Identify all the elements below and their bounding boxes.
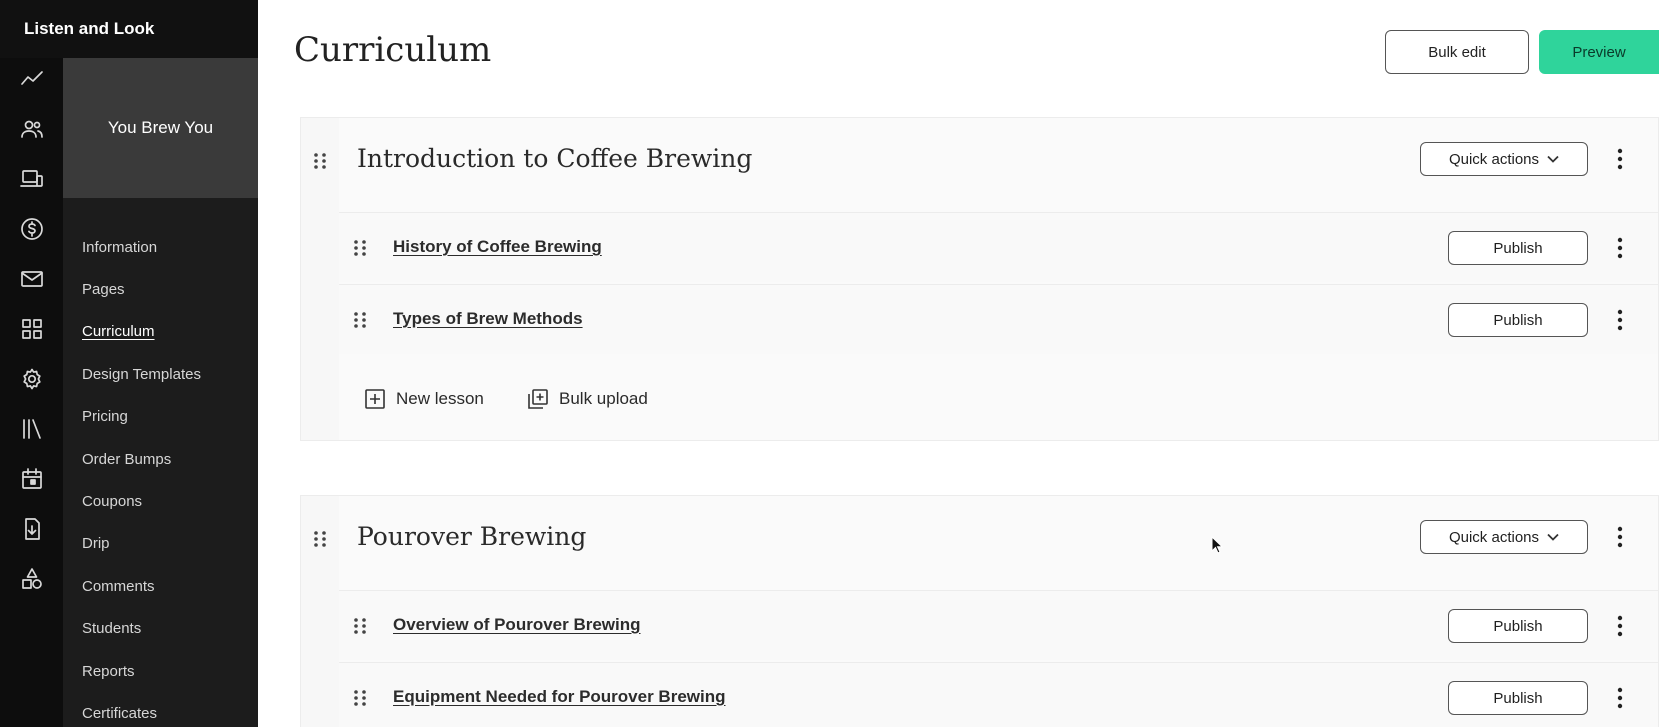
drag-handle-icon[interactable] <box>353 617 367 635</box>
nav-item-information[interactable]: Information <box>82 239 157 256</box>
lesson-title-link[interactable]: Overview of Pourover Brewing <box>393 615 641 635</box>
lesson-row: History of Coffee Brewing Publish <box>339 212 1658 282</box>
gear-icon[interactable] <box>19 366 45 392</box>
nav-item-drip[interactable]: Drip <box>82 535 110 552</box>
nav-item-comments[interactable]: Comments <box>82 578 155 595</box>
drag-handle-icon[interactable] <box>313 530 327 548</box>
product-card[interactable]: You Brew You <box>63 58 258 198</box>
lesson-row: Equipment Needed for Pourover Brewing Pu… <box>339 662 1658 727</box>
quick-actions-button[interactable]: Quick actions <box>1420 142 1588 176</box>
more-options-icon[interactable] <box>1615 148 1625 170</box>
nav-item-pricing[interactable]: Pricing <box>82 408 128 425</box>
lesson-title-link[interactable]: Equipment Needed for Pourover Brewing <box>393 687 726 707</box>
lesson-row: Types of Brew Methods Publish <box>339 284 1658 354</box>
bulk-edit-button[interactable]: Bulk edit <box>1385 30 1529 74</box>
shapes-icon[interactable] <box>19 566 45 592</box>
page-title: Curriculum <box>294 30 492 70</box>
quick-actions-label: Quick actions <box>1448 528 1540 546</box>
lesson-row: Overview of Pourover Brewing Publish <box>339 590 1658 660</box>
module-title[interactable]: Introduction to Coffee Brewing <box>357 144 752 173</box>
plus-square-icon <box>365 389 385 409</box>
bulk-upload-button[interactable]: Bulk upload <box>527 388 648 410</box>
more-options-icon[interactable] <box>1615 615 1625 637</box>
product-name: You Brew You <box>107 118 214 137</box>
app-window: Listen and Look You Brew You Information… <box>0 0 1659 727</box>
lesson-title-link[interactable]: History of Coffee Brewing <box>393 237 602 257</box>
mouse-cursor-icon <box>1211 535 1224 554</box>
dollar-icon[interactable] <box>19 216 45 242</box>
school-name[interactable]: Listen and Look <box>0 0 258 58</box>
nav-item-students[interactable]: Students <box>82 620 141 637</box>
module-card: Pourover Brewing Quick actions Overview … <box>300 495 1659 727</box>
publish-button[interactable]: Publish <box>1448 609 1588 643</box>
mail-icon[interactable] <box>19 266 45 292</box>
chevron-down-icon <box>1547 533 1559 541</box>
more-options-icon[interactable] <box>1615 309 1625 331</box>
quick-actions-button[interactable]: Quick actions <box>1420 520 1588 554</box>
download-icon[interactable] <box>19 516 45 542</box>
chevron-down-icon <box>1547 155 1559 163</box>
publish-button[interactable]: Publish <box>1448 303 1588 337</box>
more-options-icon[interactable] <box>1615 687 1625 709</box>
library-icon[interactable] <box>19 416 45 442</box>
grid-icon[interactable] <box>19 316 45 342</box>
nav-item-reports[interactable]: Reports <box>82 663 135 680</box>
calendar-icon[interactable] <box>19 466 45 492</box>
more-options-icon[interactable] <box>1615 237 1625 259</box>
module-card: Introduction to Coffee Brewing Quick act… <box>300 117 1659 441</box>
nav-item-order-bumps[interactable]: Order Bumps <box>82 451 171 468</box>
lesson-title-link[interactable]: Types of Brew Methods <box>393 309 583 329</box>
nav-item-certificates[interactable]: Certificates <box>82 705 157 722</box>
devices-icon[interactable] <box>19 166 45 192</box>
analytics-icon[interactable] <box>19 66 45 92</box>
drag-handle-icon[interactable] <box>353 311 367 329</box>
preview-button[interactable]: Preview <box>1539 30 1659 74</box>
nav-item-coupons[interactable]: Coupons <box>82 493 142 510</box>
publish-button[interactable]: Publish <box>1448 681 1588 715</box>
module-title[interactable]: Pourover Brewing <box>357 522 586 551</box>
drag-handle-icon[interactable] <box>353 239 367 257</box>
users-icon[interactable] <box>19 116 45 142</box>
publish-button[interactable]: Publish <box>1448 231 1588 265</box>
quick-actions-label: Quick actions <box>1448 150 1540 168</box>
bulk-upload-label: Bulk upload <box>559 389 648 408</box>
bulk-upload-icon <box>528 389 548 409</box>
more-options-icon[interactable] <box>1615 526 1625 548</box>
icon-rail <box>0 58 63 727</box>
drag-handle-icon[interactable] <box>353 689 367 707</box>
course-sidebar: You Brew You Information Pages Curriculu… <box>63 58 258 727</box>
new-lesson-label: New lesson <box>396 389 484 408</box>
drag-handle-icon[interactable] <box>313 152 327 170</box>
nav-item-pages[interactable]: Pages <box>82 281 125 298</box>
nav-item-curriculum[interactable]: Curriculum <box>82 323 155 340</box>
main-content: Curriculum Bulk edit Preview Introductio… <box>258 0 1659 727</box>
nav-item-design-templates[interactable]: Design Templates <box>82 366 201 383</box>
new-lesson-button[interactable]: New lesson <box>364 388 484 410</box>
